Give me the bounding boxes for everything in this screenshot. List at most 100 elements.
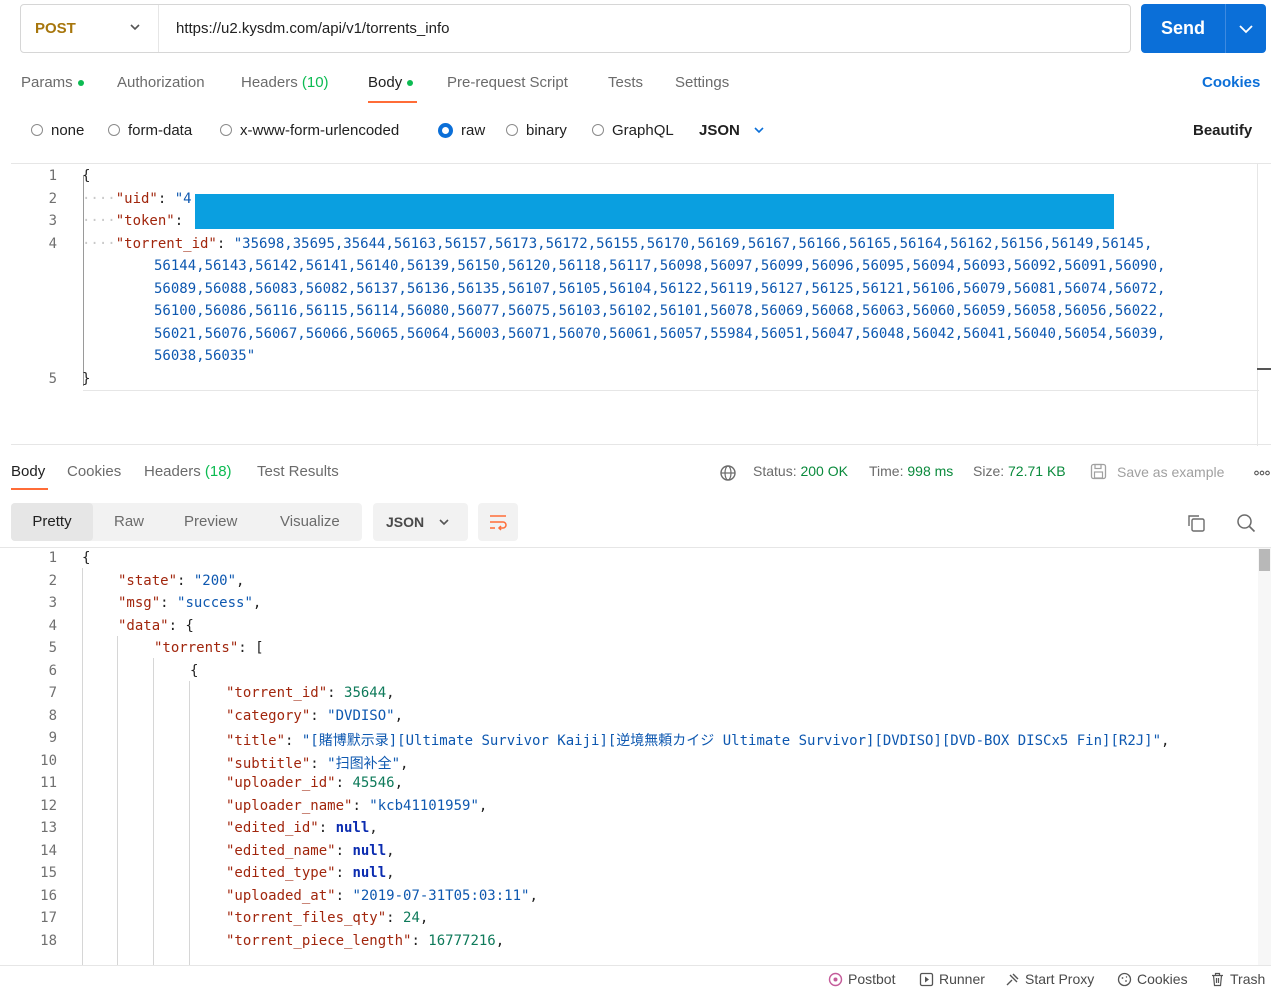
trash-label: Trash [1230, 971, 1266, 987]
radio-none[interactable]: none [31, 120, 84, 140]
line-number: 7 [48, 685, 57, 701]
json-string: "2019-07-31T05:03:11" [352, 888, 530, 904]
tab-prerequest-script[interactable]: Pre-request Script [447, 74, 568, 96]
send-button[interactable]: Send [1141, 4, 1225, 53]
indent-guide [189, 681, 190, 965]
json-comma: , [394, 775, 404, 791]
code-line: "torrents": [ [154, 640, 264, 656]
json-comma: , [478, 798, 488, 814]
json-number: 35644 [344, 685, 387, 701]
json-string: "kcb41101959" [369, 798, 479, 814]
search-icon[interactable] [1236, 513, 1256, 533]
response-status[interactable]: Status: 200 OK [753, 463, 848, 479]
json-number: 24 [403, 910, 420, 926]
json-colon: : [310, 756, 328, 772]
tab-authorization[interactable]: Authorization [117, 74, 205, 96]
indent-dots: ···· [82, 191, 116, 207]
tab-tests[interactable]: Tests [608, 74, 643, 96]
radio-graphql[interactable]: GraphQL [592, 120, 674, 140]
response-scrollbar-thumb[interactable] [1259, 549, 1270, 571]
json-key: "title" [226, 733, 286, 749]
save-as-example-label: Save as example [1117, 463, 1225, 480]
response-tab-headers[interactable]: Headers (18) [144, 463, 232, 480]
view-mode-group: Pretty Raw Preview Visualize [11, 503, 362, 541]
tab-headers[interactable]: Headers (10) [241, 74, 329, 96]
json-comma: , [1161, 733, 1170, 749]
trash-button[interactable]: Trash [1210, 971, 1265, 987]
json-colon: : [160, 595, 178, 611]
response-headers-count: (18) [204, 463, 232, 480]
json-key: "state" [118, 573, 178, 589]
status-value: 200 OK [800, 463, 848, 479]
runner-button[interactable]: Runner [919, 971, 985, 987]
method-label: POST [35, 20, 76, 37]
line-number: 3 [48, 595, 57, 611]
chevron-down-icon [439, 519, 449, 526]
json-key: "subtitle" [226, 756, 311, 772]
json-brace: { [190, 663, 199, 679]
tab-body-label: Body [368, 74, 403, 91]
json-string: "200" [193, 573, 237, 589]
json-comma: , [386, 865, 395, 881]
wrap-lines-button[interactable] [478, 503, 518, 541]
copy-icon[interactable] [1186, 513, 1206, 533]
response-scrollbar-track[interactable] [1258, 548, 1271, 965]
json-colon: : [ [238, 640, 264, 656]
radio-urlencoded[interactable]: x-www-form-urlencoded [220, 120, 399, 140]
cookies-link[interactable]: Cookies [1202, 74, 1260, 96]
response-tab-body[interactable]: Body [11, 463, 45, 480]
radio-circle-selected [438, 122, 453, 138]
code-line: "data": { [118, 618, 194, 634]
line-number: 5 [48, 640, 57, 656]
view-pretty[interactable]: Pretty [11, 503, 93, 541]
json-comma: , [236, 573, 245, 589]
radio-binary[interactable]: binary [506, 120, 567, 140]
tab-body[interactable]: Body [368, 74, 414, 96]
cookies-button[interactable]: Cookies [1117, 971, 1188, 987]
raw-format-select[interactable]: JSON [699, 120, 766, 140]
start-proxy-button[interactable]: Start Proxy [1005, 971, 1094, 987]
radio-form-data[interactable]: form-data [108, 120, 192, 140]
code-line-token: ····"token": [82, 213, 192, 229]
json-string-wrap: 56089,56088,56083,56082,56137,56136,5613… [154, 281, 1166, 297]
active-tab-underline [11, 488, 48, 490]
globe-icon[interactable] [719, 464, 737, 482]
send-options-dropdown[interactable] [1226, 4, 1266, 53]
editor-scrollbar-track[interactable] [1257, 164, 1258, 446]
beautify-link[interactable]: Beautify [1193, 120, 1252, 140]
json-string: "扫图补全" [327, 756, 401, 772]
response-size[interactable]: Size: 72.71 KB [973, 463, 1066, 479]
postbot-button[interactable]: Postbot [828, 971, 895, 987]
view-preview[interactable]: Preview [184, 503, 237, 541]
line-number: 3 [48, 213, 57, 229]
response-time[interactable]: Time: 998 ms [869, 463, 953, 479]
response-format-select[interactable]: JSON [373, 503, 468, 541]
json-colon: : [318, 820, 336, 836]
response-tab-cookies[interactable]: Cookies [67, 463, 121, 480]
code-line: "state": "200", [118, 573, 244, 589]
json-string: "4 [174, 191, 192, 207]
json-colon: : [157, 191, 175, 207]
response-tab-test-results[interactable]: Test Results [257, 463, 339, 480]
save-as-example-button[interactable]: Save as example [1090, 463, 1224, 480]
json-key: "msg" [118, 595, 161, 611]
line-number: 14 [40, 843, 57, 859]
tab-settings[interactable]: Settings [675, 74, 729, 96]
code-line-uid: ····"uid": "4 [82, 191, 192, 207]
view-raw[interactable]: Raw [114, 503, 144, 541]
code-line: "subtitle": "扫图补全", [226, 753, 408, 773]
method-select[interactable]: POST [21, 5, 159, 52]
tab-params[interactable]: Params [21, 74, 84, 96]
json-string: "[賭博默示录][Ultimate Survivor Kaiji][逆境無頼カイ… [301, 733, 1162, 749]
trash-icon [1212, 972, 1223, 986]
proxy-icon [1006, 973, 1019, 985]
more-options-icon[interactable] [1254, 469, 1270, 477]
line-number: 9 [48, 730, 57, 746]
json-colon: : [327, 685, 345, 701]
url-input[interactable]: https://u2.kysdm.com/api/v1/torrents_inf… [176, 5, 449, 52]
code-line: "title": "[賭博默示录][Ultimate Survivor Kaij… [226, 730, 1169, 750]
view-visualize[interactable]: Visualize [280, 503, 340, 541]
radio-raw[interactable]: raw [438, 120, 485, 140]
json-colon: : [335, 775, 353, 791]
json-number: 16777216 [428, 933, 496, 949]
